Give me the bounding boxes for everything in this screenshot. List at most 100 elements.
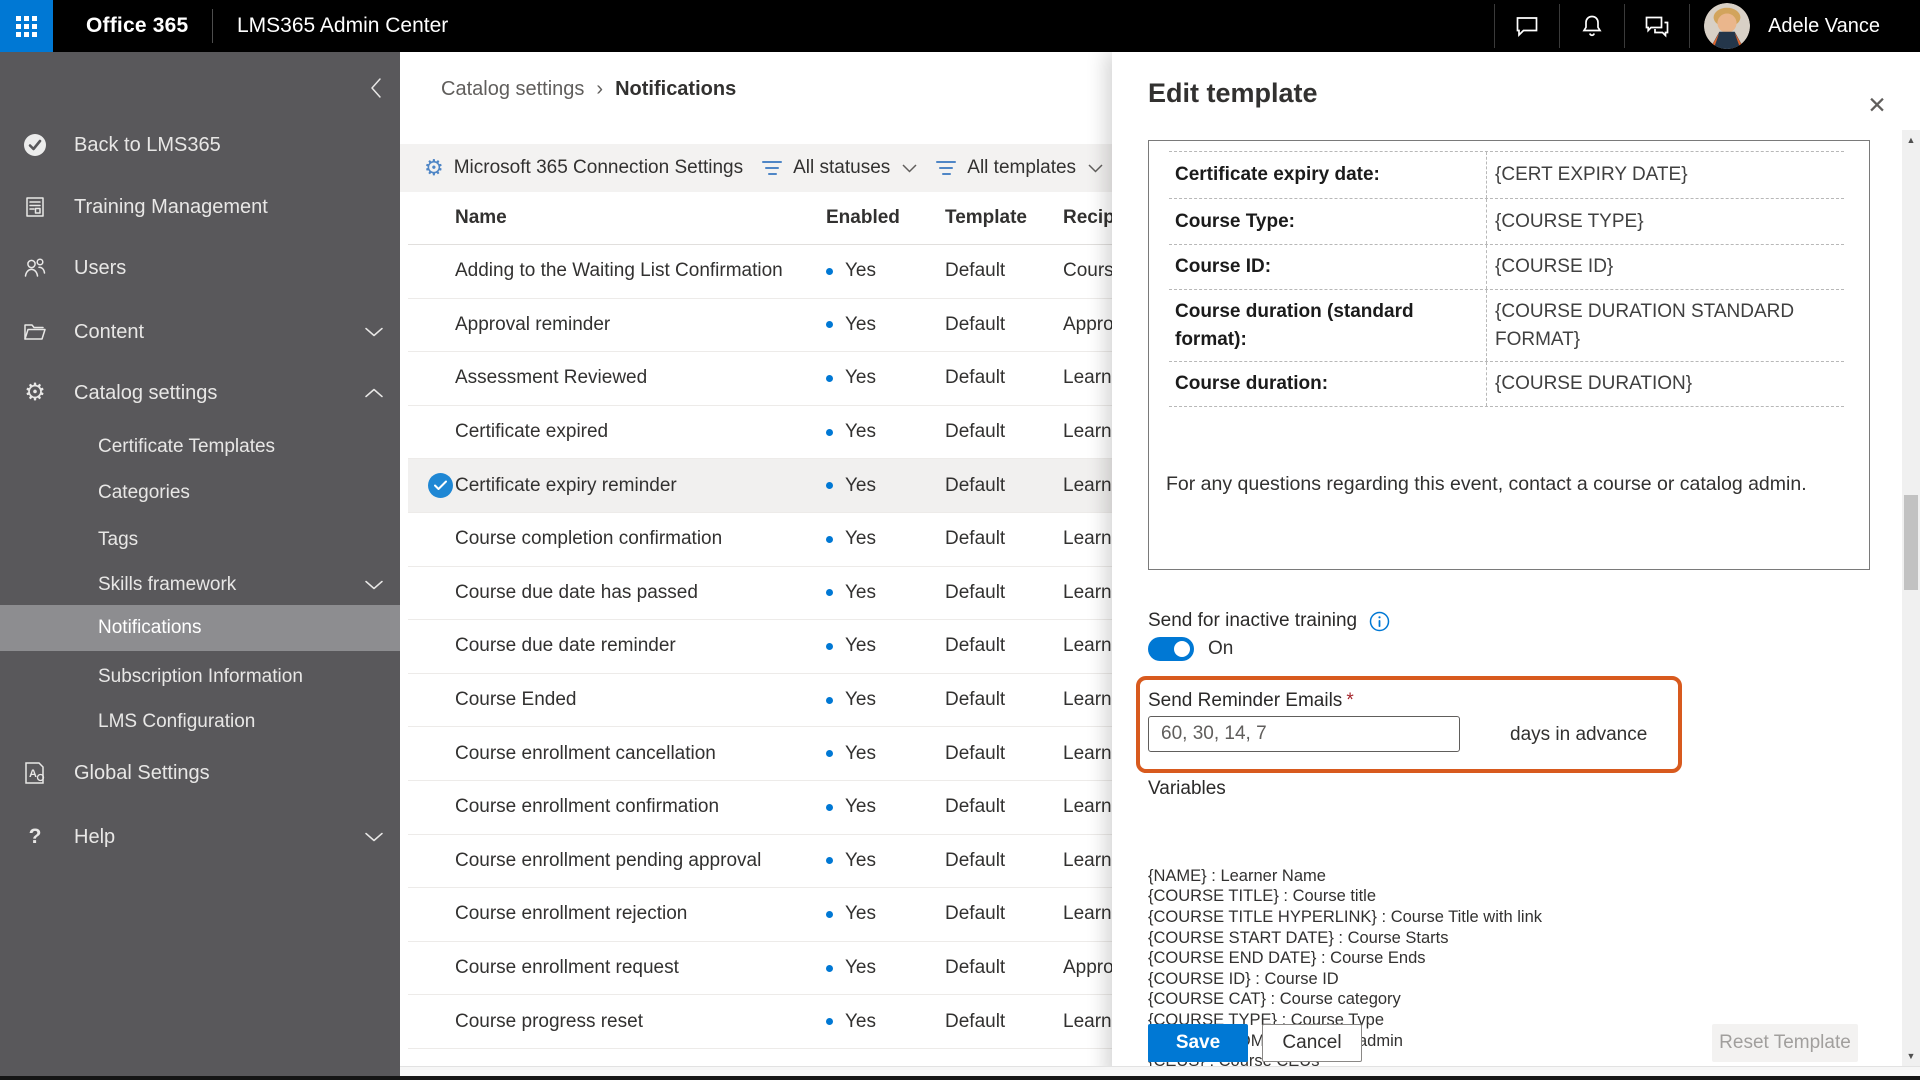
cell-name: Certificate expired bbox=[455, 421, 609, 443]
enabled-status-dot bbox=[826, 857, 833, 865]
cell-enabled: Yes bbox=[826, 903, 945, 925]
variable-token: {COURSE DURATION} bbox=[1495, 373, 1693, 395]
sidebar-collapse-icon[interactable] bbox=[360, 72, 392, 104]
cell-name: Course enrollment confirmation bbox=[455, 796, 720, 818]
cell-name: Course progress reset bbox=[455, 1010, 643, 1032]
variable-line: {COURSE TITLE HYPERLINK} : Course Title … bbox=[1148, 907, 1542, 926]
sidebar-item-training-management[interactable]: Training Management bbox=[0, 185, 400, 229]
cell-enabled: Yes bbox=[826, 689, 945, 711]
variable-line: {COURSE TITLE} : Course title bbox=[1148, 887, 1377, 906]
feedback-chats-icon[interactable] bbox=[1625, 4, 1689, 48]
enabled-status-dot bbox=[826, 696, 833, 704]
column-header-name[interactable]: Name bbox=[455, 207, 826, 229]
cell-template: Default bbox=[945, 421, 1006, 443]
cell-template: Default bbox=[945, 528, 1006, 550]
cell-enabled: Yes bbox=[826, 260, 945, 282]
sidebar-item-back-to-lms365[interactable]: Back to LMS365 bbox=[0, 123, 400, 167]
product-name[interactable]: Office 365 bbox=[86, 0, 188, 52]
sidebar-item-categories[interactable]: Categories bbox=[0, 471, 400, 515]
close-icon[interactable]: ✕ bbox=[1860, 88, 1894, 122]
scroll-down-arrow-icon[interactable]: ▼ bbox=[1902, 1048, 1920, 1064]
info-icon[interactable] bbox=[1369, 611, 1390, 632]
top-app-bar: Office 365 LMS365 Admin Center Adele Van… bbox=[0, 0, 1920, 52]
sidebar-item-tags[interactable]: Tags bbox=[0, 518, 400, 562]
horizontal-scrollbar-track[interactable] bbox=[400, 1066, 1920, 1076]
cell-enabled: Yes bbox=[826, 421, 945, 443]
template-variable-table: Certificate expiry date: {CERT EXPIRY DA… bbox=[1169, 151, 1844, 407]
sidebar-item-catalog-settings[interactable]: ⚙ Catalog settings bbox=[0, 371, 400, 415]
chevron-down-icon bbox=[902, 163, 917, 173]
variable-line: {COURSE ID} : Course ID bbox=[1148, 969, 1339, 988]
breadcrumb-separator-icon: › bbox=[596, 78, 604, 100]
app-launcher-waffle-icon[interactable] bbox=[0, 0, 53, 52]
variable-label: Course ID: bbox=[1169, 245, 1487, 289]
column-header-enabled[interactable]: Enabled bbox=[826, 207, 945, 229]
left-navigation: Back to LMS365 Training Management Users… bbox=[0, 52, 400, 1080]
sidebar-item-label: Help bbox=[74, 825, 116, 848]
column-header-template[interactable]: Template bbox=[945, 207, 1063, 229]
cell-template: Default bbox=[945, 474, 1006, 496]
enabled-status-dot bbox=[826, 589, 833, 597]
sidebar-item-subscription-information[interactable]: Subscription Information bbox=[0, 655, 400, 699]
breadcrumb-current: Notifications bbox=[615, 78, 737, 100]
global-settings-icon: A bbox=[22, 760, 48, 786]
notifications-bell-icon[interactable] bbox=[1560, 4, 1624, 48]
cell-template: Default bbox=[945, 849, 1006, 871]
variable-line: {COURSE CAT} : Course category bbox=[1148, 990, 1401, 1009]
selected-check-icon bbox=[428, 473, 453, 499]
sidebar-item-lms-configuration[interactable]: LMS Configuration bbox=[0, 700, 400, 744]
variable-token: {COURSE TYPE} bbox=[1495, 210, 1644, 232]
sidebar-item-notifications[interactable]: Notifications bbox=[0, 605, 400, 651]
connection-settings-button[interactable]: ⚙ Microsoft 365 Connection Settings bbox=[424, 157, 743, 179]
enabled-status-dot bbox=[826, 750, 833, 758]
template-variable-row: Course duration (standard format): {COUR… bbox=[1169, 289, 1844, 362]
sidebar-item-label: Catalog settings bbox=[74, 381, 218, 404]
enabled-status-dot bbox=[826, 374, 833, 382]
reminder-days-input[interactable] bbox=[1148, 716, 1460, 752]
sidebar-item-global-settings[interactable]: A Global Settings bbox=[0, 751, 400, 795]
cancel-button[interactable]: Cancel bbox=[1262, 1024, 1362, 1062]
cell-name: Certificate expiry reminder bbox=[455, 474, 677, 496]
template-preview-box[interactable]: Certificate expiry date: {CERT EXPIRY DA… bbox=[1148, 140, 1870, 570]
reset-template-button[interactable]: Reset Template bbox=[1712, 1024, 1858, 1062]
gear-icon: ⚙ bbox=[424, 155, 444, 180]
filter-statuses-dropdown[interactable]: All statuses bbox=[761, 157, 917, 179]
training-management-icon bbox=[22, 194, 48, 220]
sidebar-item-help[interactable]: ? Help bbox=[0, 815, 400, 859]
cell-enabled: Yes bbox=[826, 635, 945, 657]
sidebar-item-skills-framework[interactable]: Skills framework bbox=[0, 563, 400, 607]
sidebar-item-certificate-templates[interactable]: Certificate Templates bbox=[0, 425, 400, 469]
account-menu[interactable]: Adele Vance bbox=[1690, 3, 1920, 49]
chat-icon[interactable] bbox=[1495, 4, 1559, 48]
sidebar-item-users[interactable]: Users bbox=[0, 246, 400, 290]
user-name: Adele Vance bbox=[1768, 14, 1880, 37]
toggle-knob bbox=[1174, 641, 1190, 657]
chevron-down-icon bbox=[363, 574, 385, 596]
sidebar-item-label: Global Settings bbox=[74, 761, 210, 784]
lms365-logo-icon bbox=[22, 132, 48, 158]
cell-template: Default bbox=[945, 796, 1006, 818]
vertical-scrollbar[interactable]: ▲ ▼ bbox=[1902, 130, 1920, 1066]
connection-settings-label: Microsoft 365 Connection Settings bbox=[453, 157, 744, 178]
cell-template: Default bbox=[945, 742, 1006, 764]
inactive-training-toggle[interactable] bbox=[1148, 637, 1194, 661]
breadcrumb-parent[interactable]: Catalog settings bbox=[441, 78, 584, 101]
variable-label: Course duration (standard format): bbox=[1169, 290, 1487, 362]
variable-label: Certificate expiry date: bbox=[1169, 152, 1487, 198]
enabled-status-dot bbox=[826, 803, 833, 811]
filter-templates-dropdown[interactable]: All templates bbox=[935, 157, 1103, 179]
filter-statuses-label: All statuses bbox=[793, 157, 891, 178]
cell-enabled: Yes bbox=[826, 367, 945, 389]
variables-heading: Variables bbox=[1148, 778, 1226, 799]
cell-enabled: Yes bbox=[826, 475, 945, 497]
scrollbar-thumb[interactable] bbox=[1904, 495, 1918, 590]
scroll-up-arrow-icon[interactable]: ▲ bbox=[1902, 132, 1920, 148]
template-note-text: For any questions regarding this event, … bbox=[1166, 473, 1807, 495]
sidebar-item-content[interactable]: Content bbox=[0, 310, 400, 354]
enabled-status-dot bbox=[826, 428, 833, 436]
cell-enabled: Yes bbox=[826, 1011, 945, 1033]
variable-token: {COURSE DURATION STANDARD FORMAT} bbox=[1495, 301, 1795, 350]
save-button[interactable]: Save bbox=[1148, 1024, 1248, 1062]
cell-enabled: Yes bbox=[826, 528, 945, 550]
enabled-status-dot bbox=[826, 267, 833, 275]
